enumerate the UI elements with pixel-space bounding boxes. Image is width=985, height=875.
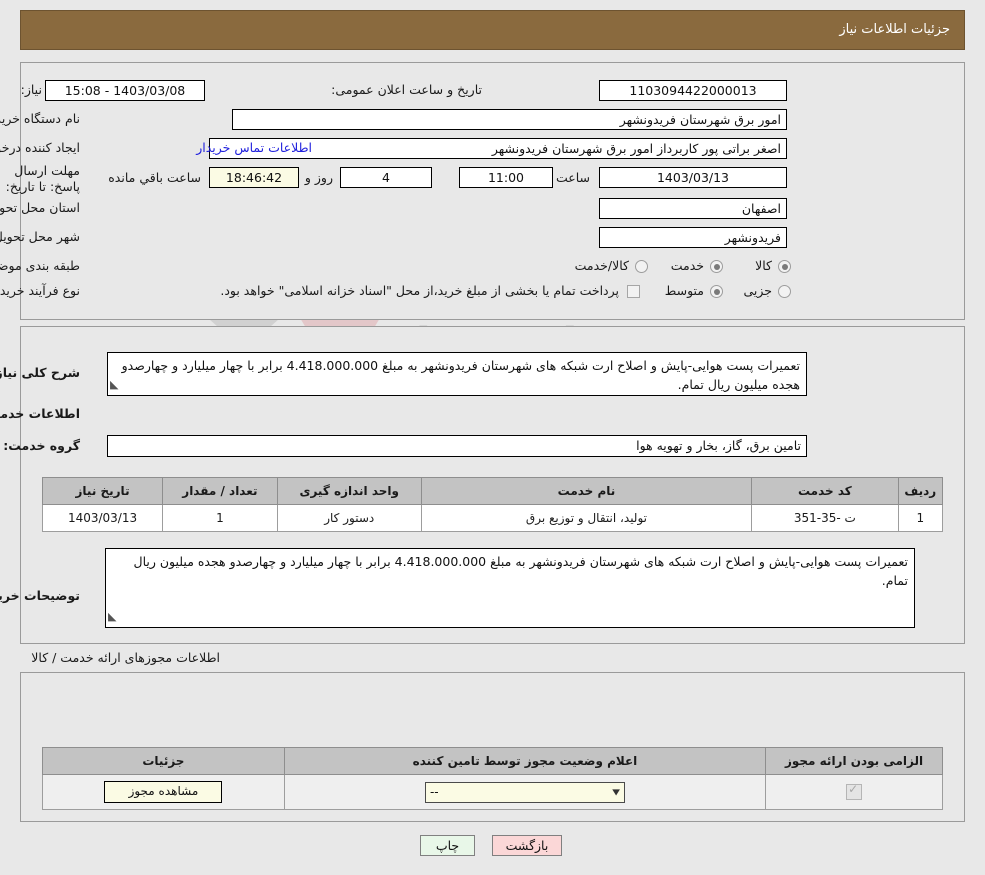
service-group-value: تامین برق، گاز، بخار و تهویه هوا <box>107 435 807 457</box>
remaining-hours-label: ساعت باقي مانده <box>108 170 201 185</box>
col-date: تاریخ نیاز <box>41 477 164 505</box>
buyer-notes-textarea[interactable]: تعمیرات پست هوایی-پایش و اصلاح ارت شبکه … <box>105 548 915 628</box>
service-group-label: گروه خدمت: <box>3 438 80 453</box>
deadline-date-value: 1403/03/13 <box>599 167 787 188</box>
radio-process-motavaset[interactable] <box>710 285 723 298</box>
announce-date-label: تاریخ و ساعت اعلان عمومی: <box>331 82 482 97</box>
cell-code: ت -35-351 <box>751 504 899 532</box>
summary-textarea[interactable]: تعمیرات پست هوایی-پایش و اصلاح ارت شبکه … <box>107 352 807 396</box>
need-number-value: 1103094422000013 <box>599 80 787 101</box>
page-title: جزئیات اطلاعات نیاز <box>839 22 950 37</box>
col-code: کد خدمت <box>751 477 899 505</box>
permits-table-header-row: الزامی بودن ارائه مجوز اعلام وضعیت مجوز … <box>42 747 943 775</box>
buyer-contact-link[interactable]: اطلاعات تماس خریدار <box>196 140 312 155</box>
countdown-timer-value: 18:46:42 <box>209 167 299 188</box>
radio-process-jozei-label: جزیی <box>743 283 772 298</box>
services-section-title: اطلاعات خدمات مورد نیاز <box>0 406 80 421</box>
cell-permit-status: ▼ -- <box>283 774 767 810</box>
radio-process-motavaset-label: متوسط <box>664 283 704 298</box>
resize-grip-icon-2[interactable]: ◢ <box>108 607 116 626</box>
permits-section-title: اطلاعات مجوزهای ارائه خدمت / کالا <box>31 650 220 665</box>
print-button[interactable]: چاپ <box>420 835 475 856</box>
treasury-documents-note: پرداخت تمام یا بخشی از مبلغ خرید،از محل … <box>220 283 619 298</box>
delivery-province-label: استان محل تحویل: <box>0 200 80 215</box>
radio-category-kala-khedmat[interactable] <box>635 260 648 273</box>
page-header: جزئیات اطلاعات نیاز <box>20 10 965 50</box>
col-row: ردیف <box>897 477 944 505</box>
permit-required-checkbox <box>846 782 863 800</box>
remaining-days-label: روز و <box>304 170 333 185</box>
back-button[interactable]: بازگشت <box>492 835 562 856</box>
cell-qty: 1 <box>162 504 278 532</box>
permits-table: الزامی بودن ارائه مجوز اعلام وضعیت مجوز … <box>42 747 943 810</box>
buyer-org-value: امور برق شهرستان فریدونشهر <box>232 109 787 130</box>
remaining-days-value: 4 <box>340 167 432 188</box>
cell-row: 1 <box>897 504 944 532</box>
table-row: ▼ -- مشاهده مجوز <box>42 774 943 810</box>
buyer-org-label: نام دستگاه خریدار: <box>0 111 80 126</box>
col-name: نام خدمت <box>420 477 753 505</box>
radio-category-kala-khedmat-label: کالا/خدمت <box>574 258 629 273</box>
deadline-label: مهلت ارسال پاسخ: تا تاریخ: <box>5 163 80 194</box>
buyer-notes-label: توضیحات خریدار: <box>0 588 80 603</box>
cell-date: 1403/03/13 <box>41 504 164 532</box>
delivery-city-label: شهر محل تحویل: <box>0 229 80 244</box>
radio-category-khedmat-label: خدمت <box>670 258 704 273</box>
category-label: طبقه بندی موضوعی: <box>0 258 80 273</box>
process-type-label: نوع فرآیند خرید : <box>0 283 80 298</box>
col-qty: تعداد / مقدار <box>162 477 278 505</box>
view-permit-button[interactable]: مشاهده مجوز <box>104 781 223 803</box>
col-permit-status: اعلام وضعیت مجوز توسط تامین کننده <box>283 747 767 775</box>
permit-status-select[interactable]: ▼ -- <box>424 781 625 803</box>
buyer-notes-text: تعمیرات پست هوایی-پایش و اصلاح ارت شبکه … <box>133 554 909 588</box>
cell-permit-details: مشاهده مجوز <box>42 774 285 810</box>
deadline-hour-label: ساعت <box>555 170 590 185</box>
radio-process-jozei[interactable] <box>778 285 791 298</box>
delivery-city-value: فریدونشهر <box>599 227 787 248</box>
cell-unit: دستور کار <box>276 504 422 532</box>
resize-grip-icon[interactable]: ◢ <box>110 375 118 394</box>
summary-text: تعمیرات پست هوایی-پایش و اصلاح ارت شبکه … <box>121 358 800 392</box>
delivery-province-value: اصفهان <box>599 198 787 219</box>
cell-permit-required <box>765 774 943 810</box>
summary-label: شرح کلی نیاز: <box>0 365 80 380</box>
table-row: 1 ت -35-351 تولید، انتقال و توزیع برق دس… <box>41 504 944 532</box>
page-root: AriaTender.net AriaTender.net جزئیات اطل… <box>0 0 985 875</box>
services-table-header-row: ردیف کد خدمت نام خدمت واحد اندازه گیری ت… <box>41 477 944 505</box>
col-permit-required: الزامی بودن ارائه مجوز <box>765 747 943 775</box>
requester-label: ایجاد کننده درخواست: <box>0 140 80 155</box>
radio-category-kala[interactable] <box>778 260 791 273</box>
radio-category-kala-label: کالا <box>755 258 772 273</box>
announce-date-value: 1403/03/08 - 15:08 <box>45 80 205 101</box>
services-table: ردیف کد خدمت نام خدمت واحد اندازه گیری ت… <box>41 477 944 532</box>
checkbox-treasury-documents[interactable] <box>627 285 640 298</box>
radio-category-khedmat[interactable] <box>710 260 723 273</box>
deadline-hour-value: 11:00 <box>459 167 553 188</box>
col-permit-details: جزئیات <box>42 747 285 775</box>
cell-name: تولید، انتقال و توزیع برق <box>420 504 753 532</box>
chevron-down-icon: ▼ <box>612 787 620 797</box>
col-unit: واحد اندازه گیری <box>276 477 422 505</box>
permit-status-value: -- <box>429 785 439 799</box>
